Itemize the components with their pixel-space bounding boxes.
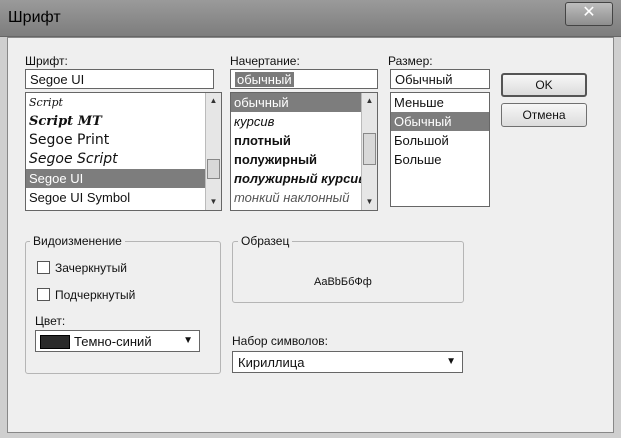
size-value: Обычный xyxy=(395,72,453,87)
effects-group-title: Видоизменение xyxy=(30,234,125,248)
font-list-item[interactable]: Segoe Script xyxy=(26,150,221,169)
style-label: Начертание: xyxy=(230,54,300,68)
close-icon: ✕ xyxy=(582,4,596,21)
font-list-item[interactable]: Segoe Print xyxy=(26,131,221,150)
style-list-item[interactable]: тонкий наклонный xyxy=(231,188,377,207)
scroll-up-icon[interactable]: ▲ xyxy=(206,93,221,109)
size-list-item-selected[interactable]: Обычный xyxy=(391,112,489,131)
sample-preview-text: AaBbБбФф xyxy=(314,276,372,288)
scroll-thumb[interactable] xyxy=(363,133,376,165)
font-label: Шрифт: xyxy=(25,54,68,68)
size-input[interactable]: Обычный xyxy=(390,69,490,89)
charset-select-value: Кириллица xyxy=(238,355,305,370)
title-bar: Шрифт ✕ xyxy=(0,0,621,37)
font-list-item[interactable]: Segoe UI Symbol xyxy=(26,188,221,207)
size-list-item[interactable]: Меньше xyxy=(391,93,489,112)
chevron-down-icon: ▼ xyxy=(446,356,456,367)
charset-label: Набор символов: xyxy=(232,334,329,348)
color-select[interactable]: Темно-синий ▼ xyxy=(35,330,200,352)
charset-select[interactable]: Кириллица ▼ xyxy=(232,351,463,373)
font-list[interactable]: Script Script MT Segoe Print Segoe Scrip… xyxy=(25,92,222,211)
size-list[interactable]: Меньше Обычный Большой Больше xyxy=(390,92,490,207)
strikeout-label[interactable]: Зачеркнутый xyxy=(55,261,127,275)
font-list-scrollbar[interactable]: ▲ ▼ xyxy=(205,93,221,210)
font-list-item-selected[interactable]: Segoe UI xyxy=(26,169,221,188)
scroll-down-icon[interactable]: ▼ xyxy=(206,194,221,210)
style-list[interactable]: обычный курсив плотный полужирный полужи… xyxy=(230,92,378,211)
color-swatch xyxy=(40,335,70,349)
sample-group xyxy=(232,241,464,303)
scroll-thumb[interactable] xyxy=(207,159,220,179)
size-list-item[interactable]: Больше xyxy=(391,150,489,169)
color-select-value: Темно-синий xyxy=(74,334,152,349)
style-list-scrollbar[interactable]: ▲ ▼ xyxy=(361,93,377,210)
underline-checkbox[interactable] xyxy=(37,288,50,301)
scroll-down-icon[interactable]: ▼ xyxy=(362,194,377,210)
size-list-item[interactable]: Большой xyxy=(391,131,489,150)
style-list-item[interactable]: полужирный xyxy=(231,150,377,169)
style-input[interactable]: обычный xyxy=(230,69,378,89)
size-label: Размер: xyxy=(388,54,433,68)
style-value: обычный xyxy=(235,72,294,87)
font-name-input[interactable]: Segoe UI xyxy=(25,69,214,89)
style-list-item-selected[interactable]: обычный xyxy=(231,93,377,112)
style-list-item[interactable]: курсив xyxy=(231,112,377,131)
window-title: Шрифт xyxy=(8,9,61,26)
close-button[interactable]: ✕ xyxy=(565,2,613,26)
font-name-value: Segoe UI xyxy=(30,72,85,87)
color-label: Цвет: xyxy=(35,314,66,328)
dialog-body: Шрифт: Segoe UI Script Script MT Segoe P… xyxy=(7,37,614,433)
style-list-item[interactable]: плотный xyxy=(231,131,377,150)
font-list-item[interactable]: Script xyxy=(26,93,221,112)
font-list-item[interactable]: Script MT xyxy=(26,112,221,131)
underline-label[interactable]: Подчеркнутый xyxy=(55,288,135,302)
style-list-item[interactable]: полужирный курсив xyxy=(231,169,377,188)
chevron-down-icon: ▼ xyxy=(183,335,193,346)
ok-button[interactable]: OK xyxy=(501,73,587,97)
strikeout-checkbox[interactable] xyxy=(37,261,50,274)
scroll-up-icon[interactable]: ▲ xyxy=(362,93,377,109)
sample-group-title: Образец xyxy=(238,234,293,248)
cancel-button[interactable]: Отмена xyxy=(501,103,587,127)
